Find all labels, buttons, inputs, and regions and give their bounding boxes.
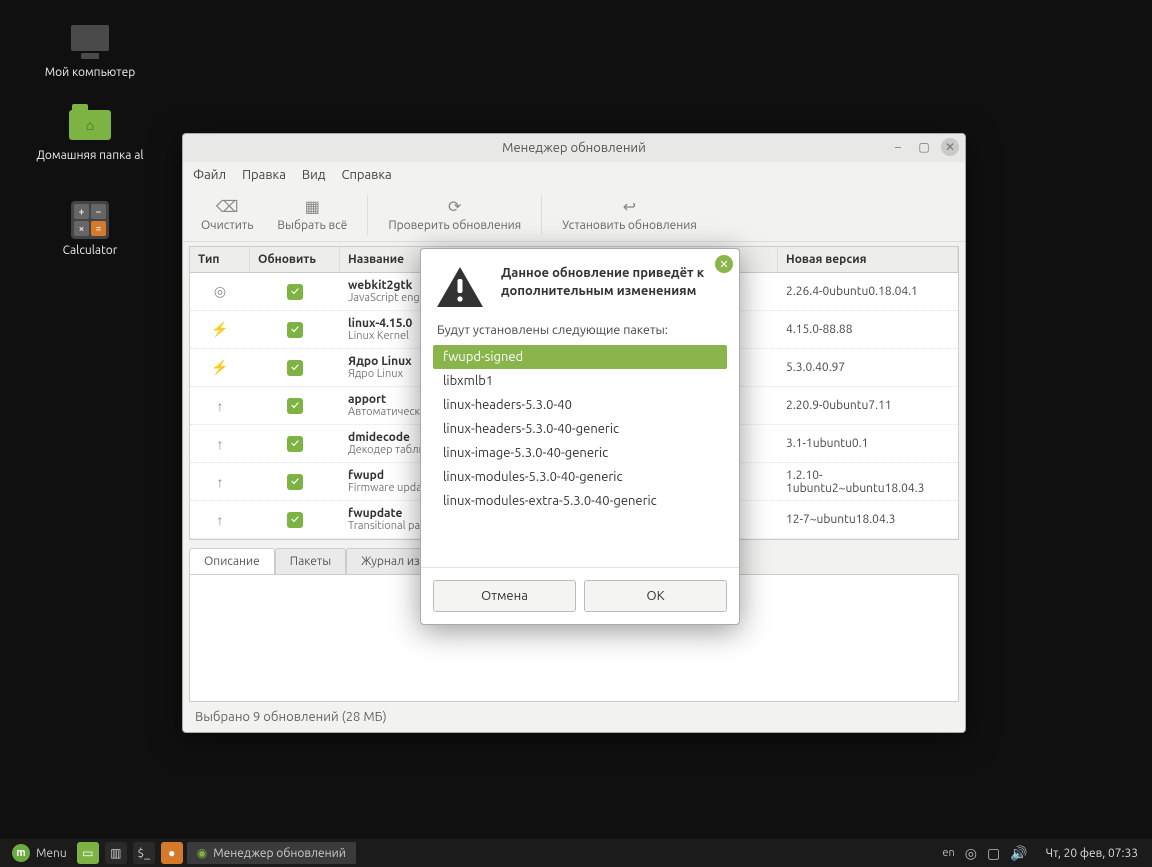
checkbox-checked-icon[interactable]: ✓ (287, 284, 303, 300)
shield-icon: ◉ (197, 846, 207, 860)
menu-file[interactable]: Файл (193, 168, 226, 182)
desktop-icon-home[interactable]: ⌂ Домашняя папка al (25, 105, 155, 162)
type-icon: ⚡ (190, 355, 250, 380)
tray-clock[interactable]: Чт, 20 фев, 07:33 (1038, 847, 1146, 860)
select-all-icon: ▦ (305, 197, 320, 216)
version-cell: 2.26.4-0ubuntu0.18.04.1 (778, 281, 958, 302)
dialog-title: Данное обновление приведёт к дополнитель… (501, 265, 723, 309)
clear-icon: ⌫ (216, 197, 239, 216)
type-icon: ◎ (190, 279, 250, 304)
tray-volume-icon[interactable]: 🔊 (1010, 845, 1027, 862)
refresh-icon: ⟳ (448, 197, 461, 216)
mint-logo-icon: m (12, 844, 30, 862)
window-titlebar[interactable]: Менеджер обновлений – ▢ ✕ (183, 134, 965, 162)
calculator-icon: +−×= (66, 200, 114, 240)
update-checkbox-cell: ✓ (250, 470, 340, 494)
menu-edit[interactable]: Правка (242, 168, 286, 182)
toolbar-separator (541, 195, 542, 235)
dialog-subtitle: Будут установлены следующие пакеты: (421, 317, 739, 345)
type-icon: ↑ (190, 432, 250, 456)
desktop-icon-calculator[interactable]: +−×= Calculator (25, 200, 155, 257)
folder-home-icon: ⌂ (66, 105, 114, 145)
computer-icon (66, 22, 114, 62)
type-icon: ⚡ (190, 317, 250, 342)
quicklaunch: ▭ ▥ $_ ● (77, 842, 183, 864)
tray-display-icon[interactable]: ▢ (987, 845, 1000, 862)
version-cell: 3.1-1ubuntu0.1 (778, 433, 958, 454)
dialog-ok-button[interactable]: OK (584, 580, 727, 612)
install-icon: ↩ (623, 197, 636, 216)
ql-firefox[interactable]: ● (161, 842, 183, 864)
update-checkbox-cell: ✓ (250, 318, 340, 342)
desktop-icon-label: Домашняя папка al (36, 149, 143, 162)
ql-terminal[interactable]: $_ (133, 842, 155, 864)
ql-files[interactable]: ▥ (105, 842, 127, 864)
dialog-package-item[interactable]: libxmlb1 (433, 369, 727, 393)
checkbox-checked-icon[interactable]: ✓ (287, 360, 303, 376)
version-cell: 5.3.0.40.97 (778, 357, 958, 378)
toolbar-refresh-button[interactable]: ⟳ Проверить обновления (376, 193, 533, 236)
tab-description[interactable]: Описание (189, 548, 275, 574)
warning-icon (435, 265, 485, 309)
statusbar: Выбрано 9 обновлений (28 МБ) (183, 702, 965, 732)
toolbar-select-all-button[interactable]: ▦ Выбрать всё (265, 193, 359, 236)
checkbox-checked-icon[interactable]: ✓ (287, 474, 303, 490)
tray-language[interactable]: en (942, 847, 954, 859)
checkbox-checked-icon[interactable]: ✓ (287, 322, 303, 338)
update-checkbox-cell: ✓ (250, 356, 340, 380)
desktop-icon-label: Calculator (63, 244, 118, 257)
dialog-close-button[interactable]: ✕ (715, 255, 733, 273)
update-checkbox-cell: ✓ (250, 508, 340, 532)
col-update[interactable]: Обновить (250, 247, 340, 272)
menu-help[interactable]: Справка (341, 168, 391, 182)
taskbar-item-update-manager[interactable]: ◉ Менеджер обновлений (187, 842, 356, 864)
update-checkbox-cell: ✓ (250, 280, 340, 304)
update-checkbox-cell: ✓ (250, 394, 340, 418)
dialog-package-item[interactable]: linux-modules-5.3.0-40-generic (433, 465, 727, 489)
checkbox-checked-icon[interactable]: ✓ (287, 398, 303, 414)
tray-shield-icon[interactable]: ◎ (965, 845, 977, 862)
ql-show-desktop[interactable]: ▭ (77, 842, 99, 864)
window-maximize-button[interactable]: ▢ (915, 138, 933, 156)
checkbox-checked-icon[interactable]: ✓ (287, 436, 303, 452)
desktop-icon-label: Мой компьютер (45, 66, 136, 79)
start-menu-button[interactable]: m Menu (6, 842, 73, 864)
dialog-package-item[interactable]: linux-image-5.3.0-40-generic (433, 441, 727, 465)
checkbox-checked-icon[interactable]: ✓ (287, 512, 303, 528)
system-tray: en ◎ ▢ 🔊 Чт, 20 фев, 07:33 (942, 845, 1146, 862)
dialog-package-list[interactable]: fwupd-signedlibxmlb1linux-headers-5.3.0-… (433, 345, 727, 513)
dialog-package-item[interactable]: fwupd-signed (433, 345, 727, 369)
toolbar-install-button[interactable]: ↩ Установить обновления (550, 193, 709, 236)
dialog-cancel-button[interactable]: Отмена (433, 580, 576, 612)
menu-view[interactable]: Вид (302, 168, 326, 182)
col-version[interactable]: Новая версия (778, 247, 958, 272)
version-cell: 12-7~ubuntu18.04.3 (778, 509, 958, 530)
taskbar-panel: m Menu ▭ ▥ $_ ● ◉ Менеджер обновлений en… (0, 839, 1152, 867)
menubar: Файл Правка Вид Справка (183, 162, 965, 188)
dialog-package-item[interactable]: linux-headers-5.3.0-40-generic (433, 417, 727, 441)
version-cell: 2.20.9-0ubuntu7.11 (778, 395, 958, 416)
type-icon: ↑ (190, 470, 250, 494)
toolbar-clear-button[interactable]: ⌫ Очистить (189, 193, 265, 236)
version-cell: 1.2.10-1ubuntu2~ubuntu18.04.3 (778, 465, 958, 499)
dialog-package-item[interactable]: linux-modules-extra-5.3.0-40-generic (433, 489, 727, 513)
col-type[interactable]: Тип (190, 247, 250, 272)
dialog-package-item[interactable]: linux-headers-5.3.0-40 (433, 393, 727, 417)
desktop-icon-computer[interactable]: Мой компьютер (25, 22, 155, 79)
type-icon: ↑ (190, 394, 250, 418)
version-cell: 4.15.0-88.88 (778, 319, 958, 340)
window-minimize-button[interactable]: – (889, 138, 907, 156)
window-close-button[interactable]: ✕ (941, 138, 959, 156)
status-text: Выбрано 9 обновлений (28 МБ) (195, 710, 387, 724)
update-checkbox-cell: ✓ (250, 432, 340, 456)
toolbar: ⌫ Очистить ▦ Выбрать всё ⟳ Проверить обн… (183, 188, 965, 242)
toolbar-separator (367, 195, 368, 235)
additional-changes-dialog: ✕ Данное обновление приведёт к дополните… (420, 248, 740, 625)
type-icon: ↑ (190, 508, 250, 532)
tab-packages[interactable]: Пакеты (275, 548, 346, 574)
window-title: Менеджер обновлений (502, 141, 646, 155)
